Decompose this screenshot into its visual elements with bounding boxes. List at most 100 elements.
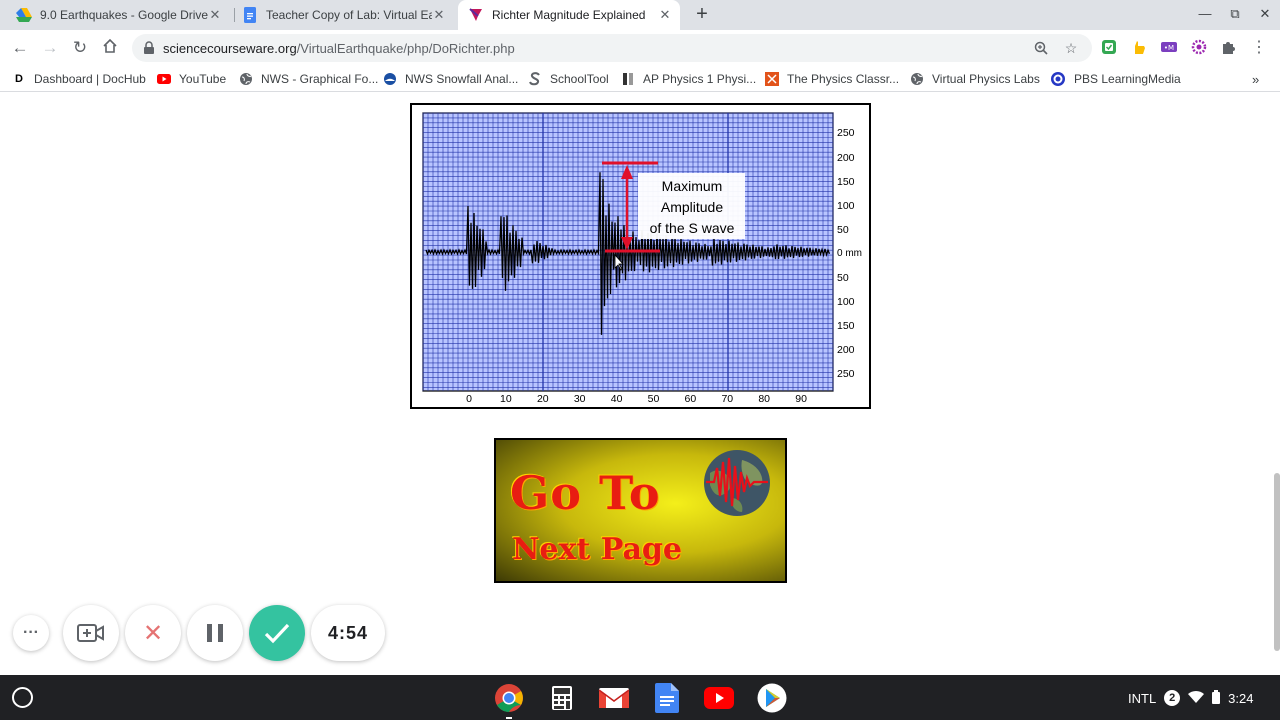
chrome-app-icon[interactable] <box>493 682 525 714</box>
bookmark-label: NWS Snowfall Anal... <box>405 72 519 86</box>
globe-icon <box>239 72 253 86</box>
annotation-line-1: Maximum <box>662 178 723 194</box>
dochub-icon: D <box>15 73 23 85</box>
bookmark-star-icon[interactable]: ☆ <box>1062 39 1080 57</box>
recorder-pause-button[interactable] <box>187 605 243 661</box>
tab-strip: 9.0 Earthquakes - Google Drive ✕ Teacher… <box>0 0 1280 30</box>
next-button-line-2: Next Page <box>512 532 682 567</box>
page-scrollbar[interactable] <box>1274 473 1280 651</box>
globe-icon <box>910 72 924 86</box>
y-tick-label: 200 <box>837 152 855 164</box>
tab-teacher-copy[interactable]: Teacher Copy of Lab: Virtual Ear ✕ <box>242 0 454 30</box>
seismogram-figure: Maximum Amplitude of the S wave 250 200 15… <box>410 103 871 409</box>
reload-icon[interactable]: ↻ <box>70 38 90 58</box>
google-drive-icon <box>16 7 32 23</box>
tab-separator <box>234 8 235 22</box>
tab-close-icon[interactable]: ✕ <box>432 8 446 22</box>
play-store-app-icon[interactable] <box>756 682 788 714</box>
tab-close-icon[interactable]: ✕ <box>658 8 672 22</box>
recorder-more-button[interactable]: ··· <box>3 605 59 661</box>
go-to-next-page-button[interactable]: Go To Next Page <box>494 438 787 583</box>
battery-icon <box>1212 689 1221 707</box>
extensions-puzzle-icon[interactable] <box>1220 38 1238 56</box>
system-tray[interactable]: INTL 2 3:24 <box>1128 685 1261 711</box>
recorder-camera-toggle-button[interactable] <box>63 605 119 661</box>
seismograph-globe-icon <box>704 450 770 516</box>
bookmark-label: YouTube <box>179 72 227 86</box>
tab-richter-magnitude[interactable]: Richter Magnitude Explained ✕ <box>458 0 680 30</box>
home-icon[interactable] <box>100 38 120 58</box>
noaa-icon <box>383 72 397 86</box>
menu-kebab-icon[interactable]: ⋮ <box>1250 38 1268 56</box>
clock-time: 3:24 <box>1228 690 1254 706</box>
calculator-app-icon[interactable] <box>546 682 578 714</box>
seismogram-svg: Maximum Amplitude of the S wave 25020015… <box>422 112 862 405</box>
x-tick-label: 90 <box>795 393 807 405</box>
x-axis-labels: 0 10 20 30 40 50 60 70 80 90 <box>466 393 807 405</box>
bookmark-label: AP Physics 1 Physi... <box>643 72 757 86</box>
bookmark-nws-graphical[interactable]: NWS - Graphical Fo... <box>239 70 378 88</box>
extension-gear-icon[interactable] <box>1190 38 1208 56</box>
bookmark-schooltool[interactable]: SchoolTool <box>528 70 609 88</box>
physics-icon <box>621 72 635 86</box>
launcher-icon[interactable] <box>12 687 33 708</box>
minimize-icon[interactable]: — <box>1197 6 1213 22</box>
extension-purple-icon[interactable]: •M <box>1160 38 1178 56</box>
x-tick-label: 60 <box>685 393 697 405</box>
url-text: sciencecourseware.org/VirtualEarthquake/… <box>163 41 515 56</box>
bookmarks-overflow-icon[interactable]: » <box>1252 70 1259 88</box>
back-icon[interactable]: ← <box>10 38 30 58</box>
x-tick-label: 40 <box>611 393 623 405</box>
recorder-finish-button[interactable] <box>249 605 305 661</box>
bookmark-label: Dashboard | DocHub <box>34 72 146 86</box>
x-tick-label: 10 <box>500 393 512 405</box>
bookmark-label: The Physics Classr... <box>787 72 900 86</box>
bookmark-nws-snowfall[interactable]: NWS Snowfall Anal... <box>383 70 518 88</box>
site-info-icon[interactable] <box>143 41 155 55</box>
gmail-app-icon[interactable] <box>598 682 630 714</box>
extension-green-icon[interactable] <box>1100 38 1118 56</box>
bookmark-virtual-physics-labs[interactable]: Virtual Physics Labs <box>910 70 1040 88</box>
tab-google-drive[interactable]: 9.0 Earthquakes - Google Drive ✕ <box>16 0 230 30</box>
pause-icon <box>207 624 223 642</box>
y-tick-label: 100 <box>837 296 855 308</box>
zoom-icon[interactable] <box>1032 39 1050 57</box>
y-tick-label: 100 <box>837 200 855 212</box>
forward-icon[interactable]: → <box>40 38 60 58</box>
y-zero-label: 0 mm <box>837 248 862 259</box>
next-button-line-1: Go To <box>510 466 661 520</box>
bookmarks-bar: D Dashboard | DocHub YouTube NWS - Graph… <box>0 66 1280 92</box>
bookmark-label: PBS LearningMedia <box>1074 72 1181 86</box>
svg-text:•M: •M <box>1164 44 1174 52</box>
youtube-icon <box>157 72 171 86</box>
x-tick-label: 50 <box>648 393 660 405</box>
os-shelf: INTL 2 3:24 <box>0 675 1280 720</box>
annotation-line-2: Amplitude <box>661 199 723 215</box>
more-horizontal-icon: ··· <box>13 615 49 651</box>
pbs-icon <box>1050 71 1066 87</box>
tab-close-icon[interactable]: ✕ <box>208 8 222 22</box>
physics-classroom-icon <box>765 72 779 86</box>
notification-count-badge: 2 <box>1164 690 1181 706</box>
address-bar[interactable]: sciencecourseware.org/VirtualEarthquake/… <box>132 34 1092 62</box>
y-axis-labels: 250 200 150 100 50 0 mm 50 100 150 200 250 <box>837 127 862 380</box>
bookmark-pbs-learningmedia[interactable]: PBS LearningMedia <box>1050 70 1181 88</box>
youtube-app-icon[interactable] <box>703 682 735 714</box>
close-icon: ✕ <box>142 619 164 647</box>
recorder-timer: 4:54 <box>311 605 385 661</box>
active-app-indicator <box>506 717 512 719</box>
restore-icon[interactable]: ⧉ <box>1227 6 1243 22</box>
bookmark-youtube[interactable]: YouTube <box>157 70 226 88</box>
bookmark-physics-classroom[interactable]: The Physics Classr... <box>765 70 899 88</box>
tab-title: Teacher Copy of Lab: Virtual Ear <box>266 8 432 22</box>
bookmark-ap-physics[interactable]: AP Physics 1 Physi... <box>621 70 756 88</box>
new-tab-icon[interactable]: + <box>692 4 712 24</box>
y-tick-label: 50 <box>837 224 849 236</box>
y-tick-label: 200 <box>837 344 855 356</box>
recorder-delete-button[interactable]: ✕ <box>125 605 181 661</box>
google-docs-app-icon[interactable] <box>651 682 683 714</box>
keyboard-layout-label: INTL <box>1128 690 1157 706</box>
close-window-icon[interactable]: ✕ <box>1257 6 1273 22</box>
extension-hand-icon[interactable] <box>1130 38 1148 56</box>
bookmark-dochub[interactable]: D Dashboard | DocHub <box>14 70 146 88</box>
